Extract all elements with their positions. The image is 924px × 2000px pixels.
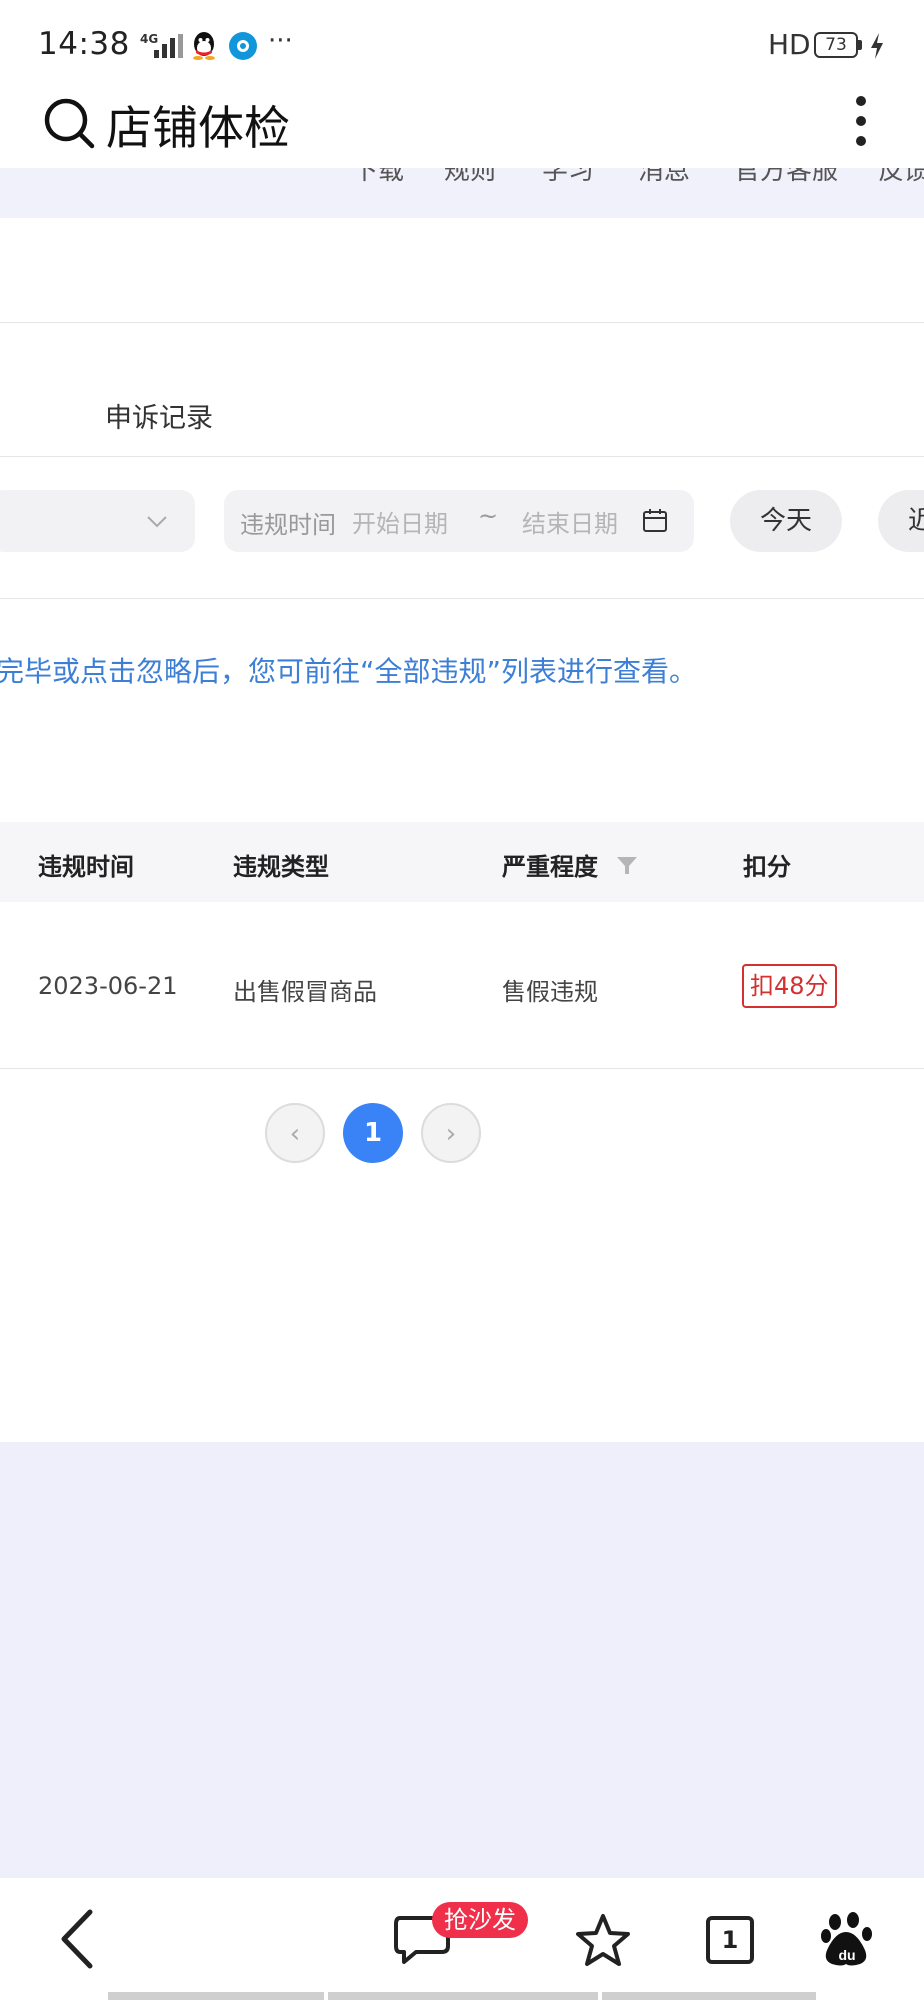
divider xyxy=(0,1068,924,1069)
battery-cap xyxy=(858,40,862,50)
row-severity: 售假违规 xyxy=(502,978,598,1006)
row-violation-time: 2023-06-21 xyxy=(38,972,178,1000)
qq-icon xyxy=(193,32,215,60)
date-separator: ~ xyxy=(478,502,499,530)
svg-text:du: du xyxy=(838,1947,855,1963)
next-page-button[interactable]: › xyxy=(421,1103,481,1163)
column-header-type: 违规类型 xyxy=(233,853,329,881)
date-range-label: 违规时间 xyxy=(240,511,336,539)
battery-icon: 73 xyxy=(814,32,858,58)
app-notification-icon xyxy=(229,32,257,60)
hd-label: HD xyxy=(768,28,811,61)
table-header: 违规时间 违规类型 严重程度 扣分 xyxy=(0,822,924,902)
nav-item-download[interactable]: 下载 xyxy=(352,168,404,187)
gesture-bar-segment xyxy=(328,1992,598,2000)
nav-item-messages[interactable]: 消息 xyxy=(638,168,690,187)
back-icon[interactable] xyxy=(56,1908,96,1970)
current-page-button[interactable]: 1 xyxy=(343,1103,403,1163)
charging-icon xyxy=(871,33,883,59)
divider xyxy=(0,456,924,457)
more-notifications-icon: ··· xyxy=(268,26,293,56)
row-violation-type: 出售假冒商品 xyxy=(233,978,377,1006)
nav-item-official-service[interactable]: 官方客服 xyxy=(734,168,838,187)
page-footer-background xyxy=(0,1442,924,1878)
column-header-severity[interactable]: 严重程度 xyxy=(502,847,598,882)
column-header-score: 扣分 xyxy=(743,853,791,881)
column-header-time: 违规时间 xyxy=(38,853,134,881)
nav-item-feedback[interactable]: 反馈 xyxy=(878,168,924,187)
calendar-icon[interactable] xyxy=(642,508,668,534)
blank-band xyxy=(0,218,924,322)
page-title: 店铺体检 xyxy=(106,101,290,155)
tabs-count-icon[interactable]: 1 xyxy=(706,1916,754,1964)
chevron-down-icon xyxy=(147,516,167,528)
nav-item-rules[interactable]: 规则 xyxy=(444,168,496,187)
bottom-toolbar xyxy=(0,1878,924,2000)
nav-item-learn[interactable]: 学习 xyxy=(542,168,594,187)
tab-appeal-records[interactable]: 申诉记录 xyxy=(105,396,213,435)
comment-badge[interactable]: 抢沙发 xyxy=(432,1902,528,1938)
today-button[interactable]: 今天 xyxy=(730,490,842,552)
divider xyxy=(0,322,924,323)
start-date-input[interactable]: 开始日期 xyxy=(352,504,448,539)
nav-strip: 下载 规则 学习 消息 官方客服 反馈 xyxy=(0,168,924,218)
filter-icon[interactable] xyxy=(616,854,638,876)
star-icon[interactable] xyxy=(574,1912,632,1968)
status-time: 14:38 xyxy=(38,26,130,62)
end-date-input[interactable]: 结束日期 xyxy=(522,504,618,539)
more-options-icon[interactable] xyxy=(850,92,874,152)
gesture-bar-segment xyxy=(602,1992,816,2000)
recent-button[interactable]: 近 xyxy=(878,490,924,552)
prev-page-button[interactable]: ‹ xyxy=(265,1103,325,1163)
divider xyxy=(0,598,924,599)
search-icon[interactable] xyxy=(42,96,96,150)
notice-text: 完毕或点击忽略后，您可前往“全部违规”列表进行查看。 xyxy=(0,655,698,688)
gesture-bar-segment xyxy=(108,1992,324,2000)
baidu-paw-icon[interactable]: du xyxy=(820,1910,876,1968)
score-deduction-badge: 扣48分 xyxy=(742,964,837,1008)
signal-icon xyxy=(154,34,184,58)
